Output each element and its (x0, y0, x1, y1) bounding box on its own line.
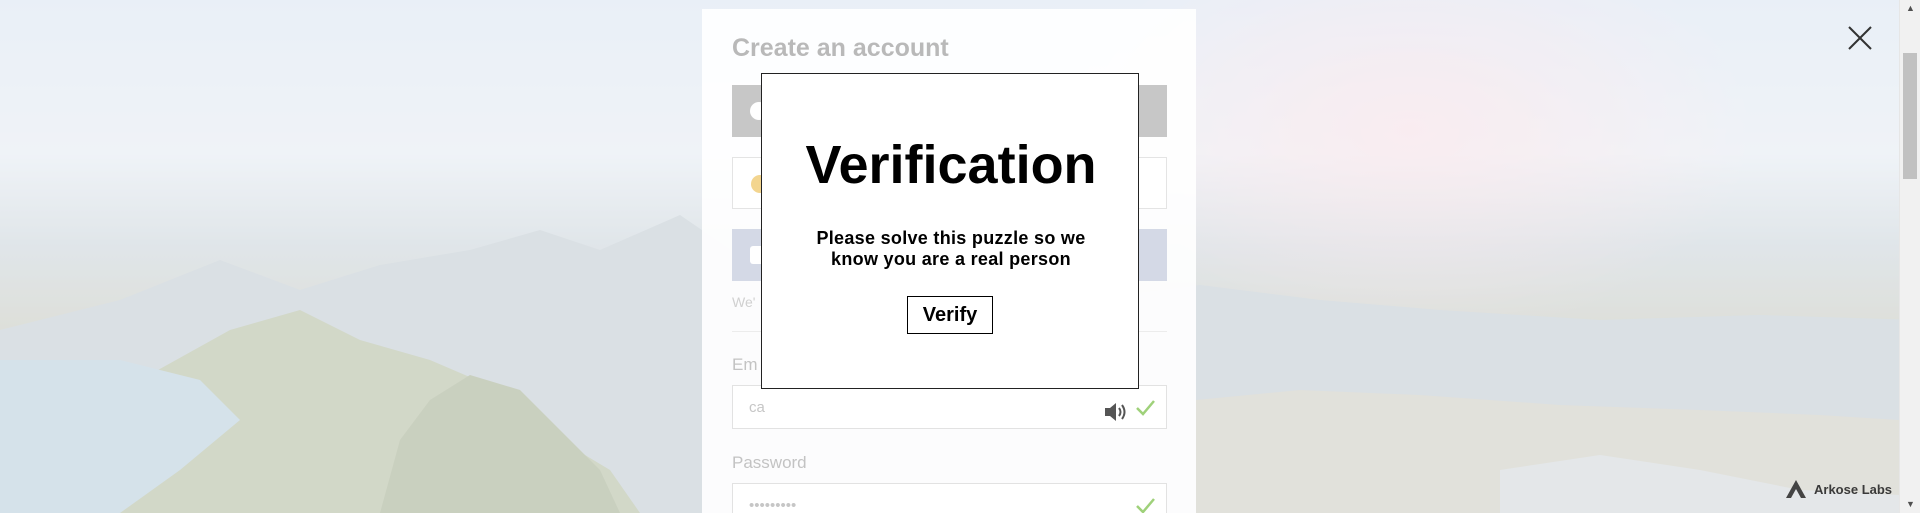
verification-title: Verification (805, 135, 1097, 195)
checkmark-icon (1136, 400, 1155, 416)
close-icon[interactable] (1846, 24, 1874, 52)
verification-instructions: Please solve this puzzle so we know you … (816, 228, 1086, 269)
email-label: Em (732, 355, 758, 374)
speaker-icon[interactable] (1103, 400, 1129, 424)
terms-note: We' (732, 294, 756, 310)
scroll-down-icon[interactable]: ▼ (1900, 496, 1920, 513)
verify-button[interactable]: Verify (907, 296, 993, 334)
password-value: ••••••••• (749, 497, 797, 513)
email-field[interactable]: ca (732, 385, 1167, 429)
scrollbar-thumb[interactable] (1903, 53, 1917, 179)
email-value: ca (749, 399, 765, 416)
scroll-up-icon[interactable]: ▲ (1900, 0, 1920, 17)
checkmark-icon (1136, 498, 1155, 513)
brand-name: Arkose Labs (1814, 481, 1893, 497)
page-title: Create an account (732, 34, 949, 62)
arkose-logo-icon (1785, 479, 1807, 499)
verification-dialog: Verification Please solve this puzzle so… (761, 73, 1139, 389)
vertical-scrollbar[interactable]: ▲ ▼ (1899, 0, 1920, 513)
password-label: Password (732, 453, 807, 472)
arkose-branding: Arkose Labs (1785, 479, 1892, 499)
password-field[interactable]: ••••••••• (732, 483, 1167, 513)
